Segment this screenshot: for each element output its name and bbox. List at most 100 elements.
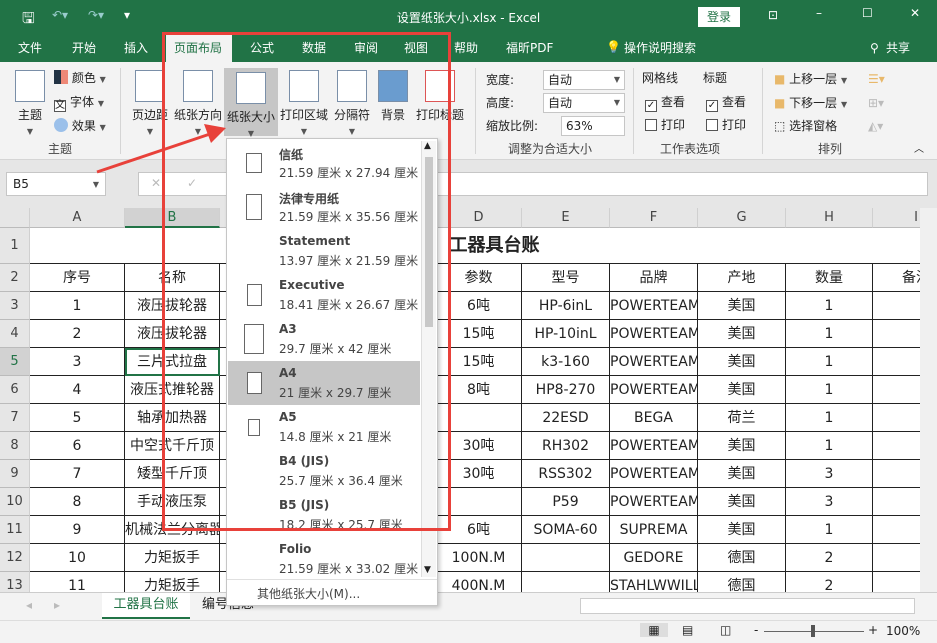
scroll-up-icon[interactable]: ▲: [424, 141, 431, 151]
share-button[interactable]: 共享: [878, 34, 918, 62]
table-cell[interactable]: [436, 488, 522, 516]
login-button[interactable]: 登录: [698, 7, 740, 27]
table-cell[interactable]: 6吨: [436, 292, 522, 320]
ribbon-display-icon[interactable]: ⊡: [768, 8, 778, 22]
paper-size-option[interactable]: B4 (JIS)25.7 厘米 x 36.4 厘米: [228, 449, 420, 493]
table-cell[interactable]: POWERTEAM: [610, 292, 698, 320]
bring-forward-button[interactable]: ■ 上移一层 ▼: [774, 69, 847, 89]
table-cell[interactable]: BEGA: [610, 404, 698, 432]
fonts-button[interactable]: 文字体 ▼: [54, 92, 104, 112]
zoom-out-icon[interactable]: -: [754, 623, 758, 637]
table-cell[interactable]: 1: [786, 348, 873, 376]
table-cell[interactable]: 美国: [698, 348, 786, 376]
table-cell[interactable]: 力矩扳手: [125, 572, 220, 592]
tab-insert[interactable]: 插入: [116, 34, 156, 62]
table-cell[interactable]: P59: [522, 488, 610, 516]
orientation-button[interactable]: 纸张方向▼: [172, 66, 224, 134]
column-title[interactable]: 型号: [522, 264, 610, 292]
maximize-icon[interactable]: ☐: [862, 6, 873, 20]
enter-icon[interactable]: ✓: [187, 176, 197, 190]
table-cell[interactable]: 30吨: [436, 460, 522, 488]
table-cell[interactable]: RSS302: [522, 460, 610, 488]
table-cell[interactable]: 液压拔轮器: [125, 292, 220, 320]
table-cell[interactable]: SUPREMA: [610, 516, 698, 544]
table-cell[interactable]: POWERTEAM: [610, 348, 698, 376]
table-cell[interactable]: 轴承加热器: [125, 404, 220, 432]
print-area-button[interactable]: 打印区域▼: [278, 66, 330, 134]
tab-file[interactable]: 文件: [10, 34, 50, 62]
column-title[interactable]: 参数: [436, 264, 522, 292]
paper-size-option[interactable]: Executive18.41 厘米 x 26.67 厘米: [228, 273, 420, 317]
table-cell[interactable]: [873, 376, 920, 404]
table-cell[interactable]: 8: [30, 488, 125, 516]
table-cell[interactable]: HP-6inL: [522, 292, 610, 320]
paper-size-option[interactable]: B5 (JIS)18.2 厘米 x 25.7 厘米: [228, 493, 420, 537]
cancel-icon[interactable]: ✕: [151, 176, 161, 190]
page-break-view-icon[interactable]: ◫: [720, 623, 731, 637]
more-paper-sizes[interactable]: 其他纸张大小(M)...: [257, 585, 360, 602]
colors-button[interactable]: 颜色 ▼: [54, 68, 106, 88]
paper-size-option[interactable]: 法律专用纸21.59 厘米 x 35.56 厘米: [228, 185, 420, 229]
table-cell[interactable]: POWERTEAM: [610, 320, 698, 348]
table-cell[interactable]: 2: [786, 572, 873, 592]
zoom-in-icon[interactable]: +: [868, 623, 878, 637]
table-cell[interactable]: [522, 544, 610, 572]
paper-size-option[interactable]: A514.8 厘米 x 21 厘米: [228, 405, 420, 449]
zoom-level[interactable]: 100%: [886, 624, 920, 638]
tell-me-search[interactable]: 操作说明搜索: [616, 34, 704, 62]
table-cell[interactable]: 中空式千斤顶: [125, 432, 220, 460]
table-cell[interactable]: 5: [30, 404, 125, 432]
table-cell[interactable]: SOMA-60: [522, 516, 610, 544]
table-cell[interactable]: [873, 292, 920, 320]
align-icon[interactable]: ☰▾: [868, 69, 885, 89]
column-title[interactable]: 产地: [698, 264, 786, 292]
table-cell[interactable]: 荷兰: [698, 404, 786, 432]
print-titles-button[interactable]: 打印标题: [414, 66, 466, 134]
table-cell[interactable]: 1: [786, 404, 873, 432]
table-cell[interactable]: 美国: [698, 292, 786, 320]
table-cell[interactable]: 10: [30, 544, 125, 572]
table-cell[interactable]: [873, 432, 920, 460]
vertical-scrollbar[interactable]: [920, 208, 937, 592]
table-cell[interactable]: [873, 488, 920, 516]
table-cell[interactable]: 15吨: [436, 348, 522, 376]
minimize-icon[interactable]: –: [816, 6, 822, 20]
paper-size-option[interactable]: A329.7 厘米 x 42 厘米: [228, 317, 420, 361]
table-cell[interactable]: [873, 460, 920, 488]
tab-page-layout[interactable]: 页面布局: [166, 34, 232, 62]
margins-button[interactable]: 页边距▼: [128, 66, 172, 134]
table-cell[interactable]: 美国: [698, 460, 786, 488]
column-title[interactable]: 品牌: [610, 264, 698, 292]
table-cell[interactable]: RH302: [522, 432, 610, 460]
height-select[interactable]: 自动▼: [543, 93, 625, 113]
gridlines-view-checkbox[interactable]: ✓查看: [645, 92, 685, 112]
table-cell[interactable]: 手动液压泵: [125, 488, 220, 516]
horizontal-scrollbar[interactable]: [580, 598, 915, 614]
table-cell[interactable]: 1: [786, 292, 873, 320]
table-cell[interactable]: [522, 572, 610, 592]
table-cell[interactable]: [436, 404, 522, 432]
column-title[interactable]: 名称: [125, 264, 220, 292]
scroll-thumb[interactable]: [425, 157, 433, 327]
table-cell[interactable]: 液压式推轮器: [125, 376, 220, 404]
tab-foxit-pdf[interactable]: 福昕PDF: [498, 34, 561, 62]
table-cell[interactable]: 1: [30, 292, 125, 320]
table-cell[interactable]: 30吨: [436, 432, 522, 460]
table-cell[interactable]: [873, 348, 920, 376]
paper-size-option[interactable]: Statement13.97 厘米 x 21.59 厘米: [228, 229, 420, 273]
table-cell[interactable]: 1: [786, 432, 873, 460]
table-cell[interactable]: [873, 544, 920, 572]
paper-size-option[interactable]: Folio21.59 厘米 x 33.02 厘米: [228, 537, 420, 581]
tab-view[interactable]: 视图: [396, 34, 436, 62]
scale-spinner[interactable]: 63%: [561, 116, 625, 136]
table-cell[interactable]: POWERTEAM: [610, 460, 698, 488]
table-cell[interactable]: 11: [30, 572, 125, 592]
paper-size-option[interactable]: 信纸21.59 厘米 x 27.94 厘米: [228, 141, 420, 185]
headings-view-checkbox[interactable]: ✓查看: [706, 92, 746, 112]
table-cell[interactable]: 3: [786, 460, 873, 488]
table-cell[interactable]: 2: [786, 544, 873, 572]
table-cell[interactable]: POWERTEAM: [610, 432, 698, 460]
width-select[interactable]: 自动▼: [543, 70, 625, 90]
normal-view-icon[interactable]: ▦: [640, 623, 668, 637]
table-cell[interactable]: HP-10inL: [522, 320, 610, 348]
